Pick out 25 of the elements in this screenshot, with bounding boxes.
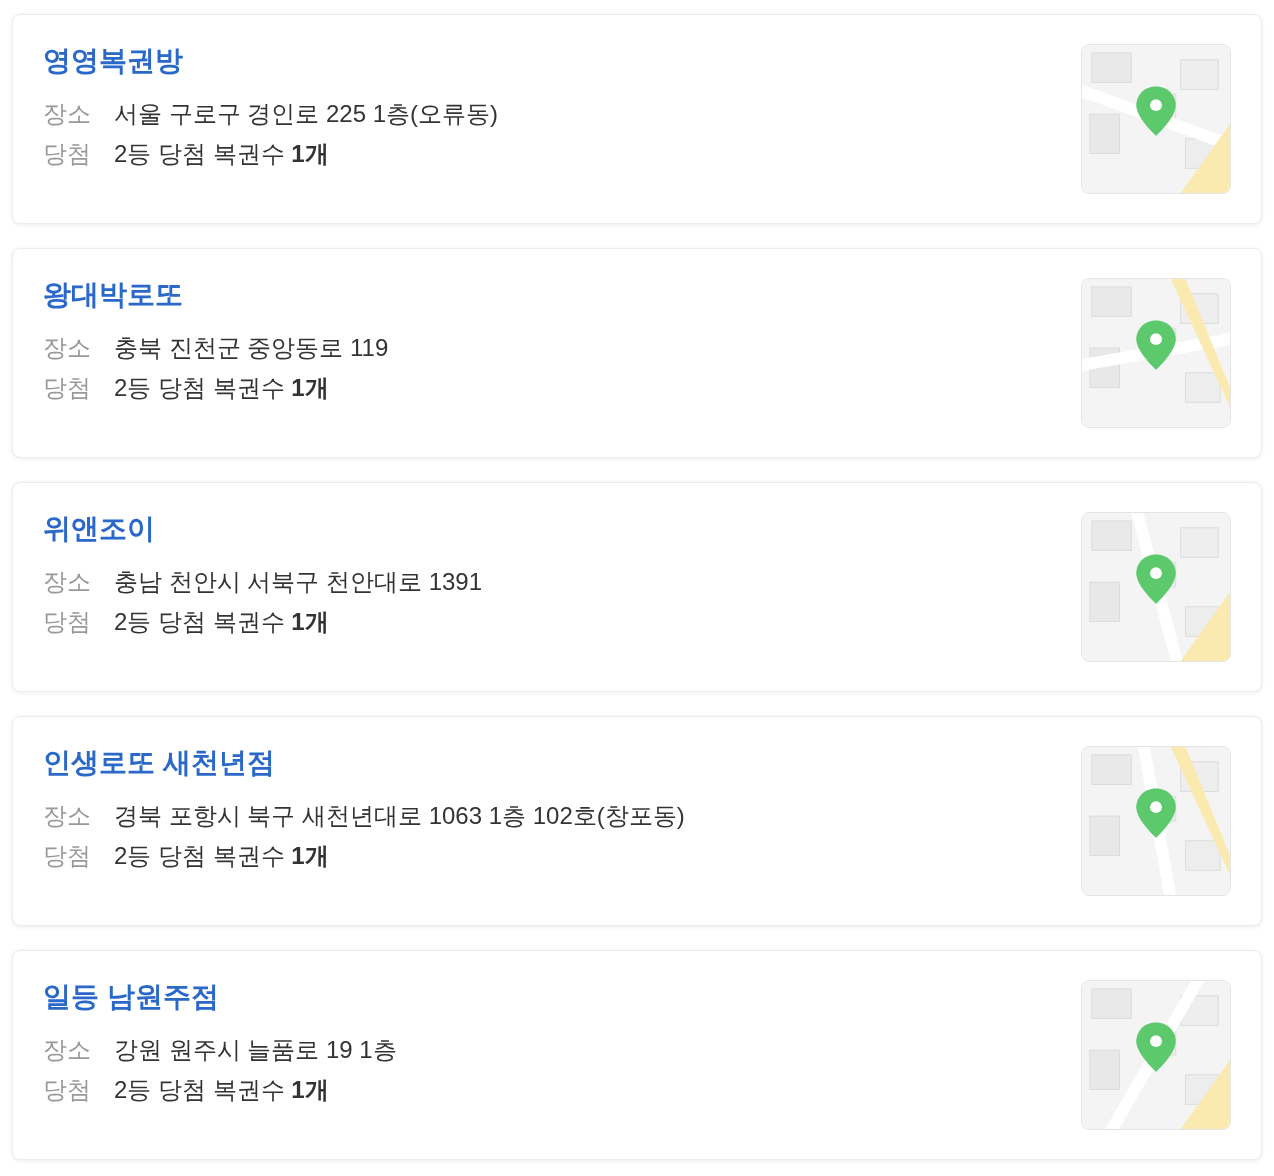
store-name[interactable]: 일등 남원주점 bbox=[43, 979, 397, 1015]
field-value: 서울 구로구 경인로 225 1층(오류동) bbox=[114, 99, 499, 129]
store-name[interactable]: 인생로또 새천년점 bbox=[43, 745, 685, 781]
store-name[interactable]: 영영복권방 bbox=[43, 43, 499, 79]
field-value: 충남 천안시 서북구 천안대로 1391 bbox=[114, 567, 483, 597]
field-label: 장소 bbox=[43, 567, 92, 597]
field-value: 강원 원주시 늘품로 19 1층 bbox=[114, 1035, 397, 1065]
field-label: 당첨 bbox=[43, 373, 92, 403]
field-label: 장소 bbox=[43, 801, 92, 831]
field-label: 당첨 bbox=[43, 841, 92, 871]
field-value: 2등 당첨 복권수 1개 bbox=[114, 373, 329, 403]
field-label: 장소 bbox=[43, 333, 92, 363]
field-label: 당첨 bbox=[43, 1075, 92, 1105]
field-value: 2등 당첨 복권수 1개 bbox=[114, 139, 329, 169]
field-value: 경북 포항시 북구 새천년대로 1063 1층 102호(창포동) bbox=[114, 801, 685, 831]
field-value: 2등 당첨 복권수 1개 bbox=[114, 607, 329, 637]
field-label: 장소 bbox=[43, 1035, 92, 1065]
field-label: 장소 bbox=[43, 99, 92, 129]
field-value: 충북 진천군 중앙동로 119 bbox=[114, 333, 389, 363]
store-name[interactable]: 위앤조이 bbox=[43, 511, 483, 547]
field-value: 2등 당첨 복권수 1개 bbox=[114, 1075, 329, 1105]
store-name[interactable]: 왕대박로또 bbox=[43, 277, 389, 313]
field-label: 당첨 bbox=[43, 607, 92, 637]
field-label: 당첨 bbox=[43, 139, 92, 169]
field-value: 2등 당첨 복권수 1개 bbox=[114, 841, 329, 871]
